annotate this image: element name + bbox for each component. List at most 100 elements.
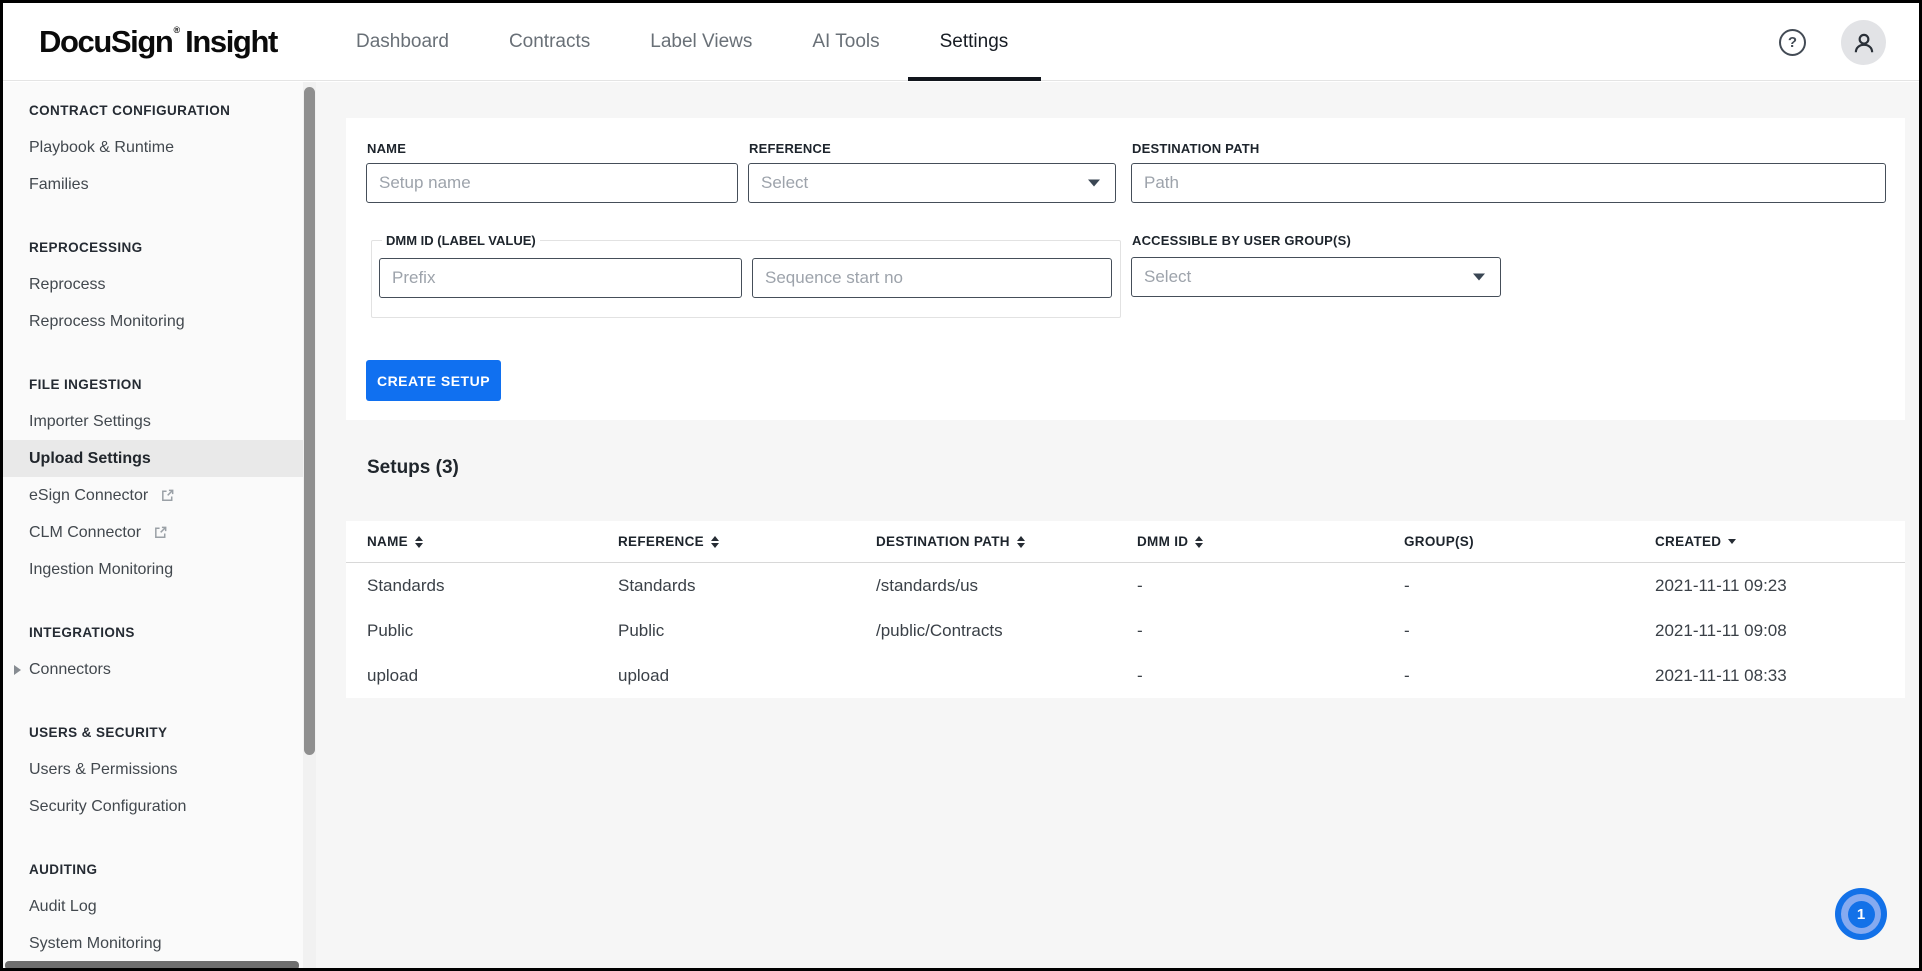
help-icon[interactable]: ? <box>1779 29 1806 56</box>
sidebar-item-clm-connector[interactable]: CLM Connector <box>3 514 303 551</box>
main-content: NAME REFERENCE Select DESTINATION PATH D… <box>316 82 1922 971</box>
reference-select-placeholder: Select <box>761 173 808 193</box>
cell-name: Standards <box>367 576 618 596</box>
sort-both-icon <box>1195 536 1203 548</box>
sidebar-item-audit-log[interactable]: Audit Log <box>3 888 303 925</box>
column-label: CREATED <box>1655 534 1721 549</box>
external-link-icon <box>160 488 175 503</box>
sidebar-item-reprocess[interactable]: Reprocess <box>3 266 303 303</box>
column-header-dmm-id[interactable]: DMM ID <box>1137 534 1404 549</box>
cell-name: Public <box>367 621 618 641</box>
external-link-icon <box>153 525 168 540</box>
app-window: DocuSign®Insight Dashboard Contracts Lab… <box>0 0 1922 971</box>
sidebar-item-users-permissions[interactable]: Users & Permissions <box>3 751 303 788</box>
user-avatar[interactable] <box>1841 20 1886 65</box>
sidebar-section-integrations: INTEGRATIONS Connectors <box>3 614 303 688</box>
column-header-groups: GROUP(S) <box>1404 534 1655 549</box>
cell-created: 2021-11-11 09:08 <box>1655 621 1905 641</box>
docusign-insight-logo: DocuSign®Insight <box>39 3 277 81</box>
cell-groups: - <box>1404 576 1655 596</box>
chevron-down-icon <box>1473 274 1485 281</box>
sidebar-item-reprocess-monitoring[interactable]: Reprocess Monitoring <box>3 303 303 340</box>
chevron-down-icon <box>1088 180 1100 187</box>
cell-reference: Standards <box>618 576 876 596</box>
reference-label: REFERENCE <box>749 141 831 156</box>
sidebar-section-title: CONTRACT CONFIGURATION <box>3 92 303 129</box>
sidebar-item-label: Ingestion Monitoring <box>29 551 173 588</box>
cell-groups: - <box>1404 666 1655 686</box>
sidebar-item-label: eSign Connector <box>29 477 148 514</box>
sidebar-scroll-area: CONTRACT CONFIGURATION Playbook & Runtim… <box>3 82 303 971</box>
nav-tab-settings[interactable]: Settings <box>940 3 1009 81</box>
cell-reference: upload <box>618 666 876 686</box>
table-row[interactable]: upload upload - - 2021-11-11 08:33 <box>346 653 1905 698</box>
sidebar-item-label: Security Configuration <box>29 788 186 825</box>
sidebar-item-label: Connectors <box>29 651 111 688</box>
cell-dmm-id: - <box>1137 621 1404 641</box>
column-header-destination-path[interactable]: DESTINATION PATH <box>876 534 1137 549</box>
destination-path-input[interactable] <box>1131 163 1886 203</box>
main-nav: Dashboard Contracts Label Views AI Tools… <box>356 3 1008 81</box>
setups-heading: Setups (3) <box>367 457 459 479</box>
sidebar-item-connectors[interactable]: Connectors <box>3 651 303 688</box>
create-setup-button[interactable]: CREATE SETUP <box>366 360 501 401</box>
sidebar-item-playbook-runtime[interactable]: Playbook & Runtime <box>3 129 303 166</box>
column-header-reference[interactable]: REFERENCE <box>618 534 876 549</box>
nav-tab-dashboard[interactable]: Dashboard <box>356 3 449 81</box>
sidebar-item-families[interactable]: Families <box>3 166 303 203</box>
column-header-created[interactable]: CREATED <box>1655 534 1905 549</box>
sidebar-horizontal-scrollbar-thumb[interactable] <box>5 961 299 970</box>
user-groups-select[interactable]: Select <box>1131 257 1501 297</box>
reference-select[interactable]: Select <box>748 163 1116 203</box>
sidebar-section-title: REPROCESSING <box>3 229 303 266</box>
setup-name-input[interactable] <box>366 163 738 203</box>
sidebar-item-system-monitoring[interactable]: System Monitoring <box>3 925 303 962</box>
cell-destination-path: /standards/us <box>876 576 1137 596</box>
sort-desc-icon <box>1728 539 1736 544</box>
sidebar-item-upload-settings[interactable]: Upload Settings <box>3 440 303 477</box>
user-groups-label: ACCESSIBLE BY USER GROUP(S) <box>1132 233 1351 248</box>
sidebar-item-label: System Monitoring <box>29 925 162 962</box>
nav-tab-ai-tools[interactable]: AI Tools <box>812 3 879 81</box>
cell-dmm-id: - <box>1137 666 1404 686</box>
sidebar-item-security-configuration[interactable]: Security Configuration <box>3 788 303 825</box>
name-label: NAME <box>367 141 406 156</box>
sidebar-item-esign-connector[interactable]: eSign Connector <box>3 477 303 514</box>
sidebar-section-title: INTEGRATIONS <box>3 614 303 651</box>
table-row[interactable]: Standards Standards /standards/us - - 20… <box>346 563 1905 608</box>
destination-path-label: DESTINATION PATH <box>1132 141 1259 156</box>
sidebar-item-label: Users & Permissions <box>29 751 177 788</box>
sidebar-item-label: Upload Settings <box>29 440 151 477</box>
sidebar-item-importer-settings[interactable]: Importer Settings <box>3 403 303 440</box>
column-header-name[interactable]: NAME <box>367 534 618 549</box>
cell-reference: Public <box>618 621 876 641</box>
registered-trademark: ® <box>173 25 180 35</box>
sidebar-item-label: Playbook & Runtime <box>29 129 174 166</box>
table-row[interactable]: Public Public /public/Contracts - - 2021… <box>346 608 1905 653</box>
sidebar-vertical-scrollbar-track <box>303 82 316 971</box>
sidebar-section-auditing: AUDITING Audit Log System Monitoring <box>3 851 303 962</box>
sidebar-item-label: CLM Connector <box>29 514 141 551</box>
nav-tab-label-views[interactable]: Label Views <box>650 3 752 81</box>
beacon-ring: 1 <box>1841 894 1881 934</box>
create-setup-form: NAME REFERENCE Select DESTINATION PATH D… <box>346 118 1905 420</box>
sidebar-section-users-security: USERS & SECURITY Users & Permissions Sec… <box>3 714 303 825</box>
column-label: GROUP(S) <box>1404 534 1474 549</box>
sidebar-item-label: Audit Log <box>29 888 97 925</box>
sidebar-section-contract-configuration: CONTRACT CONFIGURATION Playbook & Runtim… <box>3 92 303 203</box>
column-label: REFERENCE <box>618 534 704 549</box>
dmm-sequence-start-input[interactable] <box>752 258 1112 298</box>
cell-created: 2021-11-11 08:33 <box>1655 666 1905 686</box>
tour-beacon-button[interactable]: 1 <box>1835 888 1887 940</box>
expand-caret-icon <box>14 665 21 675</box>
logo-secondary: Insight <box>185 24 277 60</box>
sidebar-item-label: Importer Settings <box>29 403 151 440</box>
dmm-prefix-input[interactable] <box>379 258 742 298</box>
column-label: NAME <box>367 534 408 549</box>
sidebar-vertical-scrollbar-thumb[interactable] <box>304 87 315 755</box>
sidebar-item-label: Reprocess Monitoring <box>29 303 185 340</box>
column-label: DMM ID <box>1137 534 1188 549</box>
nav-tab-contracts[interactable]: Contracts <box>509 3 590 81</box>
sidebar-item-ingestion-monitoring[interactable]: Ingestion Monitoring <box>3 551 303 588</box>
dmm-id-legend: DMM ID (LABEL VALUE) <box>382 233 540 248</box>
